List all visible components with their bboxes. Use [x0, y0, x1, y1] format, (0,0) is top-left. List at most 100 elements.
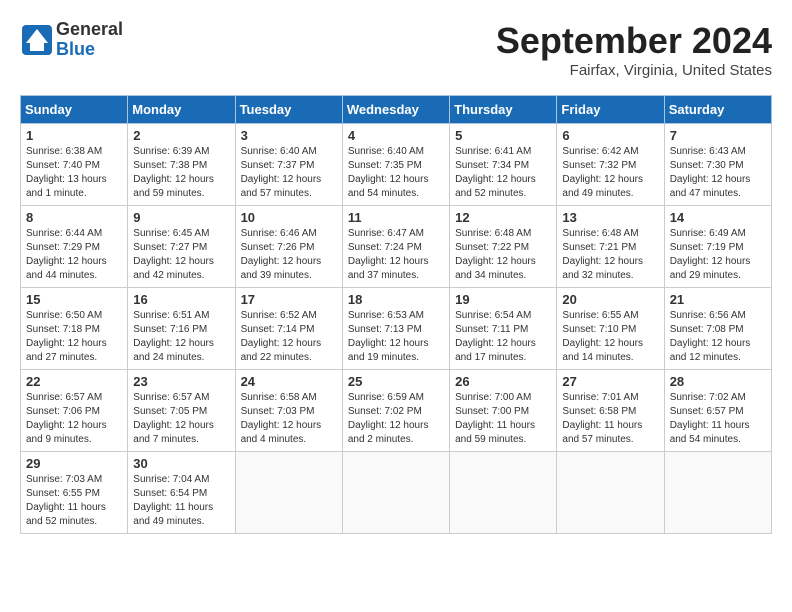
- cell-info: Sunrise: 7:03 AMSunset: 6:55 PMDaylight:…: [26, 474, 106, 527]
- day-number: 30: [133, 456, 229, 471]
- day-number: 16: [133, 292, 229, 307]
- cell-info: Sunrise: 6:54 AMSunset: 7:11 PMDaylight:…: [455, 310, 536, 363]
- day-number: 2: [133, 128, 229, 143]
- cell-info: Sunrise: 6:44 AMSunset: 7:29 PMDaylight:…: [26, 228, 107, 281]
- day-number: 15: [26, 292, 122, 307]
- day-number: 9: [133, 210, 229, 225]
- calendar-cell: [557, 452, 664, 534]
- calendar-cell: 13 Sunrise: 6:48 AMSunset: 7:21 PMDayligh…: [557, 206, 664, 288]
- cell-info: Sunrise: 6:45 AMSunset: 7:27 PMDaylight:…: [133, 228, 214, 281]
- cell-info: Sunrise: 6:43 AMSunset: 7:30 PMDaylight:…: [670, 146, 751, 199]
- day-number: 26: [455, 374, 551, 389]
- logo-blue-text: Blue: [56, 39, 95, 59]
- day-number: 14: [670, 210, 766, 225]
- day-number: 5: [455, 128, 551, 143]
- calendar-cell: [235, 452, 342, 534]
- title-block: September 2024 Fairfax, Virginia, United…: [496, 20, 772, 79]
- cell-info: Sunrise: 6:49 AMSunset: 7:19 PMDaylight:…: [670, 228, 751, 281]
- cell-info: Sunrise: 6:41 AMSunset: 7:34 PMDaylight:…: [455, 146, 536, 199]
- calendar-cell: [664, 452, 771, 534]
- month-title: September 2024: [496, 20, 772, 62]
- cell-info: Sunrise: 6:38 AMSunset: 7:40 PMDaylight:…: [26, 146, 107, 199]
- day-number: 10: [241, 210, 337, 225]
- cell-info: Sunrise: 6:39 AMSunset: 7:38 PMDaylight:…: [133, 146, 214, 199]
- day-number: 12: [455, 210, 551, 225]
- day-number: 24: [241, 374, 337, 389]
- calendar-cell: 23 Sunrise: 6:57 AMSunset: 7:05 PMDayligh…: [128, 370, 235, 452]
- calendar-cell: 12 Sunrise: 6:48 AMSunset: 7:22 PMDayligh…: [450, 206, 557, 288]
- calendar-cell: 14 Sunrise: 6:49 AMSunset: 7:19 PMDayligh…: [664, 206, 771, 288]
- cell-info: Sunrise: 6:40 AMSunset: 7:35 PMDaylight:…: [348, 146, 429, 199]
- calendar-week-4: 22 Sunrise: 6:57 AMSunset: 7:06 PMDayligh…: [21, 370, 772, 452]
- calendar-cell: 30 Sunrise: 7:04 AMSunset: 6:54 PMDayligh…: [128, 452, 235, 534]
- calendar-table: SundayMondayTuesdayWednesdayThursdayFrid…: [20, 95, 772, 534]
- cell-info: Sunrise: 6:57 AMSunset: 7:05 PMDaylight:…: [133, 392, 214, 445]
- cell-info: Sunrise: 6:56 AMSunset: 7:08 PMDaylight:…: [670, 310, 751, 363]
- cell-info: Sunrise: 7:00 AMSunset: 7:00 PMDaylight:…: [455, 392, 535, 445]
- day-number: 22: [26, 374, 122, 389]
- weekday-header-wednesday: Wednesday: [342, 96, 449, 124]
- day-number: 25: [348, 374, 444, 389]
- calendar-cell: 9 Sunrise: 6:45 AMSunset: 7:27 PMDaylight…: [128, 206, 235, 288]
- calendar-cell: 15 Sunrise: 6:50 AMSunset: 7:18 PMDayligh…: [21, 288, 128, 370]
- calendar-cell: 20 Sunrise: 6:55 AMSunset: 7:10 PMDayligh…: [557, 288, 664, 370]
- day-number: 27: [562, 374, 658, 389]
- calendar-cell: 3 Sunrise: 6:40 AMSunset: 7:37 PMDaylight…: [235, 124, 342, 206]
- day-number: 28: [670, 374, 766, 389]
- calendar-cell: 21Sunrise: 6:56 AMSunset: 7:08 PMDayligh…: [664, 288, 771, 370]
- day-number: 23: [133, 374, 229, 389]
- weekday-header-sunday: Sunday: [21, 96, 128, 124]
- cell-info: Sunrise: 6:48 AMSunset: 7:22 PMDaylight:…: [455, 228, 536, 281]
- day-number: 8: [26, 210, 122, 225]
- calendar-cell: 26 Sunrise: 7:00 AMSunset: 7:00 PMDayligh…: [450, 370, 557, 452]
- weekday-header-row: SundayMondayTuesdayWednesdayThursdayFrid…: [21, 96, 772, 124]
- day-number: 1: [26, 128, 122, 143]
- cell-info: Sunrise: 6:52 AMSunset: 7:14 PMDaylight:…: [241, 310, 322, 363]
- cell-info: Sunrise: 7:02 AMSunset: 6:57 PMDaylight:…: [670, 392, 750, 445]
- cell-info: Sunrise: 6:47 AMSunset: 7:24 PMDaylight:…: [348, 228, 429, 281]
- calendar-cell: 22 Sunrise: 6:57 AMSunset: 7:06 PMDayligh…: [21, 370, 128, 452]
- cell-info: Sunrise: 6:53 AMSunset: 7:13 PMDaylight:…: [348, 310, 429, 363]
- cell-info: Sunrise: 6:55 AMSunset: 7:10 PMDaylight:…: [562, 310, 643, 363]
- day-number: 29: [26, 456, 122, 471]
- cell-info: Sunrise: 6:50 AMSunset: 7:18 PMDaylight:…: [26, 310, 107, 363]
- logo-general-text: General: [56, 19, 123, 39]
- cell-info: Sunrise: 7:04 AMSunset: 6:54 PMDaylight:…: [133, 474, 213, 527]
- day-number: 4: [348, 128, 444, 143]
- day-number: 13: [562, 210, 658, 225]
- weekday-header-tuesday: Tuesday: [235, 96, 342, 124]
- cell-info: Sunrise: 6:48 AMSunset: 7:21 PMDaylight:…: [562, 228, 643, 281]
- weekday-header-thursday: Thursday: [450, 96, 557, 124]
- calendar-cell: 8 Sunrise: 6:44 AMSunset: 7:29 PMDaylight…: [21, 206, 128, 288]
- cell-info: Sunrise: 6:57 AMSunset: 7:06 PMDaylight:…: [26, 392, 107, 445]
- calendar-cell: 7Sunrise: 6:43 AMSunset: 7:30 PMDaylight…: [664, 124, 771, 206]
- calendar-cell: 1 Sunrise: 6:38 AMSunset: 7:40 PMDaylight…: [21, 124, 128, 206]
- page-header: General Blue September 2024 Fairfax, Vir…: [20, 20, 772, 79]
- day-number: 19: [455, 292, 551, 307]
- weekday-header-monday: Monday: [128, 96, 235, 124]
- calendar-cell: 19 Sunrise: 6:54 AMSunset: 7:11 PMDayligh…: [450, 288, 557, 370]
- day-number: 3: [241, 128, 337, 143]
- cell-info: Sunrise: 6:40 AMSunset: 7:37 PMDaylight:…: [241, 146, 322, 199]
- cell-info: Sunrise: 6:42 AMSunset: 7:32 PMDaylight:…: [562, 146, 643, 199]
- calendar-week-3: 15 Sunrise: 6:50 AMSunset: 7:18 PMDayligh…: [21, 288, 772, 370]
- calendar-cell: 4 Sunrise: 6:40 AMSunset: 7:35 PMDaylight…: [342, 124, 449, 206]
- location-text: Fairfax, Virginia, United States: [496, 62, 772, 79]
- day-number: 18: [348, 292, 444, 307]
- cell-info: Sunrise: 6:58 AMSunset: 7:03 PMDaylight:…: [241, 392, 322, 445]
- calendar-cell: 18 Sunrise: 6:53 AMSunset: 7:13 PMDayligh…: [342, 288, 449, 370]
- calendar-week-1: 1 Sunrise: 6:38 AMSunset: 7:40 PMDaylight…: [21, 124, 772, 206]
- calendar-cell: 11Sunrise: 6:47 AMSunset: 7:24 PMDayligh…: [342, 206, 449, 288]
- cell-info: Sunrise: 6:46 AMSunset: 7:26 PMDaylight:…: [241, 228, 322, 281]
- logo-icon: [20, 23, 54, 57]
- cell-info: Sunrise: 6:59 AMSunset: 7:02 PMDaylight:…: [348, 392, 429, 445]
- calendar-cell: 28 Sunrise: 7:02 AMSunset: 6:57 PMDayligh…: [664, 370, 771, 452]
- calendar-cell: 29 Sunrise: 7:03 AMSunset: 6:55 PMDayligh…: [21, 452, 128, 534]
- day-number: 6: [562, 128, 658, 143]
- calendar-cell: [450, 452, 557, 534]
- calendar-cell: 6 Sunrise: 6:42 AMSunset: 7:32 PMDaylight…: [557, 124, 664, 206]
- day-number: 20: [562, 292, 658, 307]
- cell-info: Sunrise: 7:01 AMSunset: 6:58 PMDaylight:…: [562, 392, 642, 445]
- calendar-week-2: 8 Sunrise: 6:44 AMSunset: 7:29 PMDaylight…: [21, 206, 772, 288]
- day-number: 17: [241, 292, 337, 307]
